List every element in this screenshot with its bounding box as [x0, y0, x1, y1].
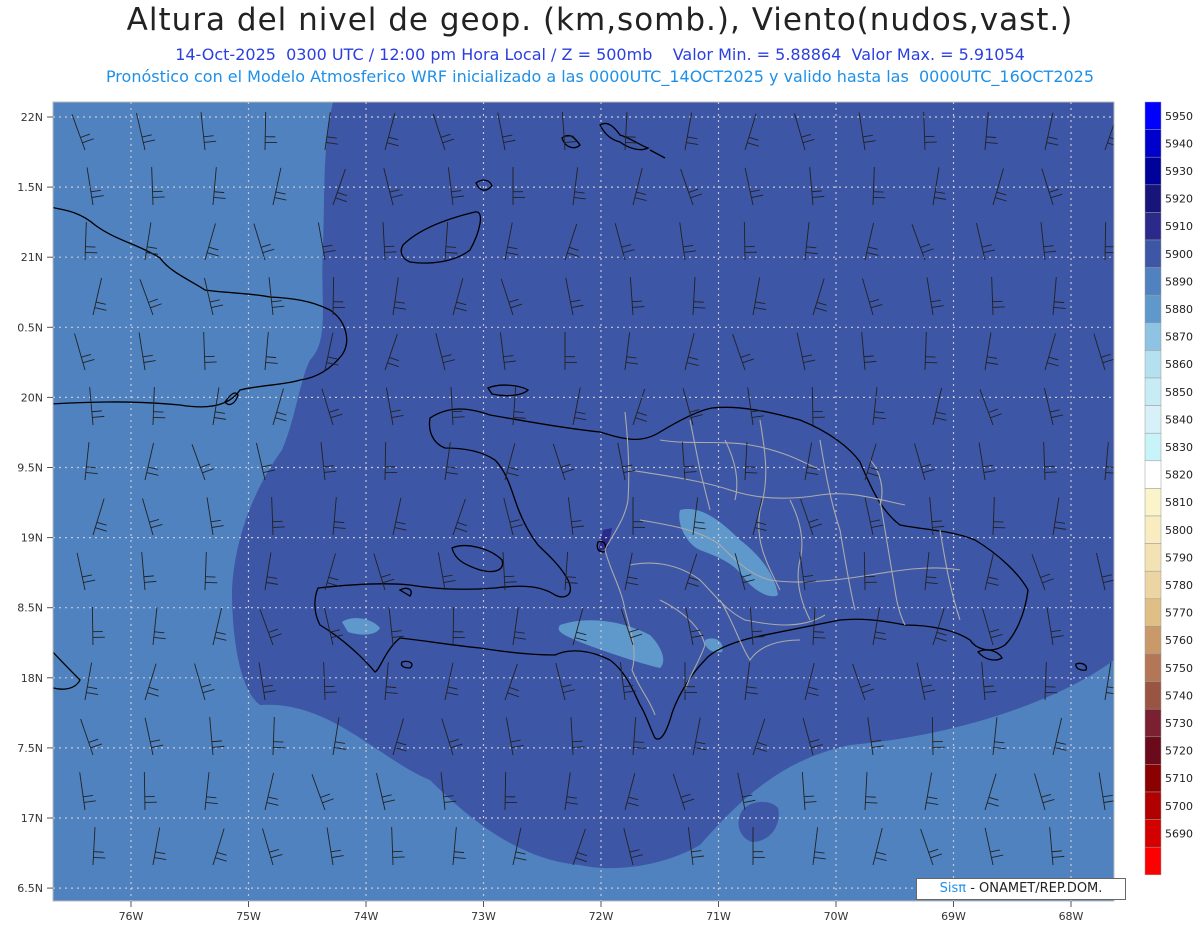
legend-swatch [1144, 653, 1162, 682]
legend-swatch [1144, 322, 1162, 351]
lat-tick-label: 19N [21, 532, 43, 545]
legend-label: 5790 [1165, 551, 1193, 564]
legend-swatch [1144, 736, 1162, 765]
credit-brand: Sisπ [939, 881, 967, 896]
lat-tick-label: 20N [21, 391, 43, 404]
legend-label: 5880 [1165, 303, 1193, 316]
legend-swatch [1144, 488, 1162, 517]
legend-swatch [1144, 791, 1162, 820]
legend-swatch [1144, 405, 1162, 434]
legend-swatch [1144, 212, 1162, 241]
legend-label: 5860 [1165, 358, 1193, 371]
credit-org: - ONAMET/REP.DOM. [966, 881, 1103, 896]
lon-tick-label: 75W [236, 910, 261, 923]
legend-swatch [1144, 764, 1162, 793]
lat-tick-label: 1.5N [17, 181, 43, 194]
map-title: Altura del nivel de geop. (km,somb.), Vi… [126, 2, 1074, 38]
legend-swatch [1144, 570, 1162, 600]
lat-tick-label: 18N [21, 672, 43, 685]
legend-label: 5910 [1165, 220, 1193, 233]
lon-tick-label: 73W [471, 910, 496, 923]
credit-box: Sisπ - ONAMET/REP.DOM. [916, 878, 1126, 900]
legend-label: 5700 [1165, 800, 1193, 813]
lat-tick-label: 17N [21, 812, 43, 825]
legend-label: 5870 [1165, 331, 1193, 344]
legend-label: 5930 [1165, 165, 1193, 178]
legend-swatch [1144, 460, 1162, 489]
legend-label: 5720 [1165, 745, 1193, 758]
legend-label: 5840 [1165, 413, 1193, 426]
legend-swatch [1144, 129, 1162, 158]
legend-label: 5830 [1165, 441, 1193, 454]
lat-tick-label: 6.5N [17, 882, 43, 895]
legend-label: 5940 [1165, 137, 1193, 150]
legend-label: 5690 [1165, 827, 1193, 840]
legend-swatch [1144, 267, 1162, 296]
lat-tick-label: 21N [21, 251, 43, 264]
legend-swatch [1144, 598, 1162, 627]
legend-label: 5800 [1165, 524, 1193, 537]
legend-label: 5850 [1165, 386, 1193, 399]
lat-axis: 22N 1.5N 21N 0.5N 20N 9.5N 19N 8.5N 18N 7.5N 17N 6.… [17, 111, 53, 895]
legend-swatch [1144, 101, 1162, 130]
legend-label: 5780 [1165, 579, 1193, 592]
lat-tick-label: 0.5N [17, 321, 43, 334]
legend-swatch [1144, 515, 1162, 544]
legend-swatch [1144, 708, 1162, 738]
legend-swatch [1144, 626, 1162, 655]
legend-swatch [1144, 239, 1162, 268]
legend-label: 5760 [1165, 634, 1193, 647]
legend-label: 5920 [1165, 193, 1193, 206]
legend-swatch [1144, 681, 1162, 710]
lon-tick-label: 69W [941, 910, 966, 923]
legend-swatch [1144, 846, 1162, 876]
lat-tick-label: 8.5N [17, 602, 43, 615]
color-legend: 5950 5940 5930 5920 5910 5900 5890 5880 5870 5860… [1144, 101, 1193, 876]
lon-tick-label: 76W [119, 910, 144, 923]
legend-swatch [1144, 184, 1162, 213]
map-subtitle: 14-Oct-2025 0300 UTC / 12:00 pm Hora Loc… [175, 45, 1025, 64]
legend-swatch [1144, 543, 1162, 572]
lon-tick-label: 71W [706, 910, 731, 923]
legend-swatch [1144, 350, 1162, 379]
lat-tick-label: 9.5N [17, 462, 43, 475]
legend-label: 5900 [1165, 248, 1193, 261]
map-description: Pronóstico con el Modelo Atmosferico WRF… [105, 67, 1095, 86]
map-figure: 22N 1.5N 21N 0.5N 20N 9.5N 19N 8.5N 18N 7.5N 17N 6.… [17, 101, 1193, 923]
legend-label: 5710 [1165, 772, 1193, 785]
legend-swatch [1144, 294, 1162, 324]
legend-swatch [1144, 156, 1162, 186]
lon-tick-label: 70W [824, 910, 849, 923]
legend-swatch [1144, 819, 1162, 848]
lon-axis: 76W 75W 74W 73W 72W 71W 70W 69W 68W [119, 901, 1084, 923]
legend-label: 5820 [1165, 469, 1193, 482]
lat-tick-label: 7.5N [17, 742, 43, 755]
legend-label: 5770 [1165, 607, 1193, 620]
legend-label: 5810 [1165, 496, 1193, 509]
legend-label: 5730 [1165, 717, 1193, 730]
lon-tick-label: 68W [1059, 910, 1084, 923]
lat-tick-label: 22N [21, 111, 43, 124]
legend-swatch [1144, 432, 1162, 462]
legend-label: 5950 [1165, 110, 1193, 123]
legend-label: 5750 [1165, 662, 1193, 675]
lon-tick-label: 72W [589, 910, 614, 923]
legend-label: 5740 [1165, 689, 1193, 702]
legend-label: 5890 [1165, 275, 1193, 288]
legend-swatch [1144, 377, 1162, 406]
lon-tick-label: 74W [354, 910, 379, 923]
